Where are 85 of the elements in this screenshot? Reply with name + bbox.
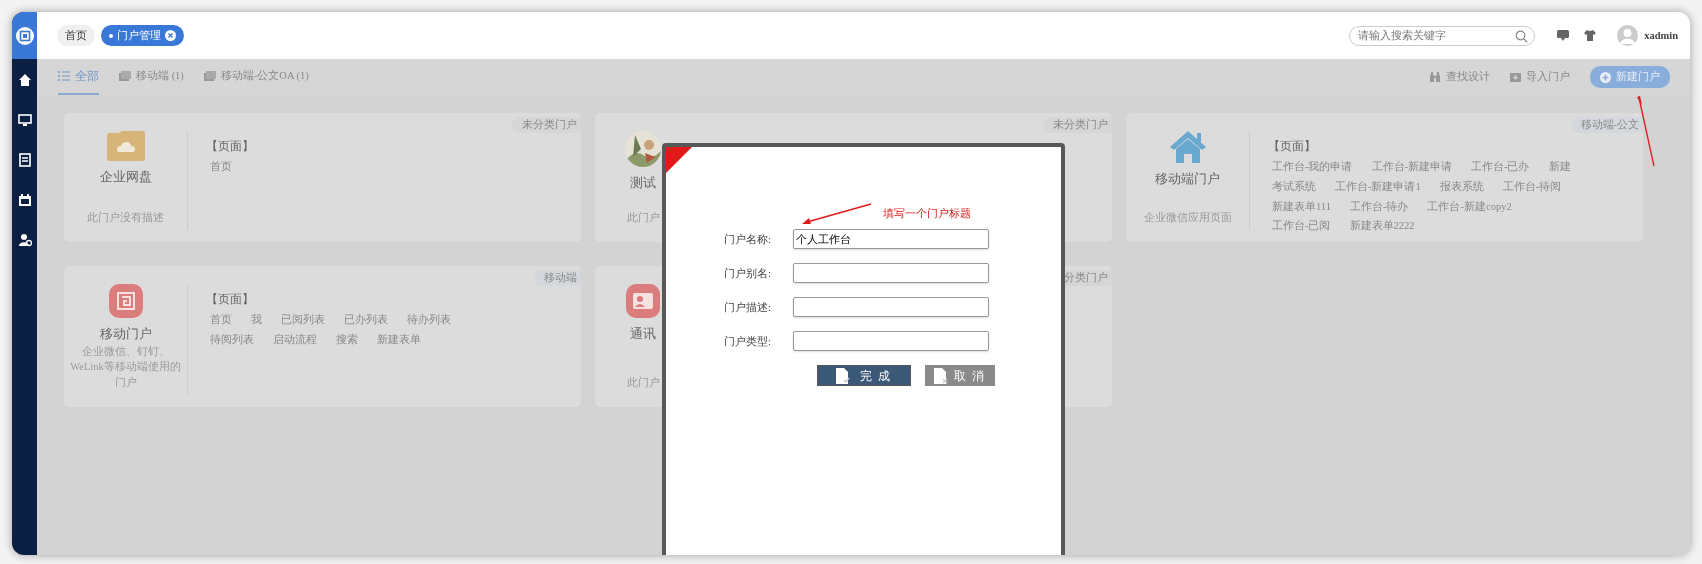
monitor-icon[interactable] bbox=[17, 113, 32, 127]
input-field[interactable]: 个人工作台 bbox=[793, 229, 989, 249]
portal-description: 此门户 bbox=[626, 376, 660, 390]
dot-icon bbox=[109, 33, 113, 38]
tag-tab[interactable]: 首页 bbox=[57, 24, 95, 47]
page-link[interactable]: 报表系统 bbox=[1439, 178, 1484, 195]
page-link[interactable]: 首页 bbox=[210, 312, 232, 328]
portal-name: 移动端门户 bbox=[1155, 170, 1220, 188]
page-link[interactable]: 工作台-新建copy2 bbox=[1427, 198, 1512, 215]
calendar-icon[interactable] bbox=[17, 193, 32, 207]
page-link[interactable]: 已阅列表 bbox=[281, 312, 325, 328]
contact-card-icon bbox=[626, 284, 660, 318]
page-link[interactable]: 已办列表 bbox=[344, 312, 388, 328]
input-field[interactable] bbox=[793, 297, 989, 317]
portal-name: 移动门户 bbox=[99, 325, 152, 343]
category-tag: 未分类门户 bbox=[1043, 117, 1112, 133]
page-link[interactable]: 新建表单2222 bbox=[1349, 218, 1415, 234]
folder-icon bbox=[106, 131, 145, 161]
page-link[interactable]: 新建表单111 bbox=[1272, 198, 1331, 215]
new-portal-button[interactable]: 新建门户 bbox=[1590, 66, 1670, 88]
portal-name: 测试 bbox=[630, 174, 656, 192]
filter-tab[interactable]: 移动端 (1) bbox=[119, 59, 184, 95]
search-field[interactable]: 请输入搜索关键字 bbox=[1349, 25, 1536, 46]
filter-tab[interactable]: 移动端-公文OA (1) bbox=[203, 59, 309, 95]
folder-icon bbox=[203, 71, 216, 81]
shirt-icon[interactable] bbox=[1584, 30, 1597, 41]
category-tag: 移动端 bbox=[534, 270, 581, 286]
page-link[interactable]: 工作台-新建申请1 bbox=[1335, 178, 1421, 195]
page-link[interactable]: 搜索 bbox=[336, 331, 358, 348]
import-icon bbox=[1510, 71, 1521, 83]
list-icon bbox=[58, 71, 70, 81]
page-link[interactable]: 新建 bbox=[1548, 159, 1571, 175]
page-link[interactable]: 待办列表 bbox=[407, 312, 451, 328]
page-link[interactable]: 我 bbox=[251, 312, 262, 328]
document-check-icon bbox=[836, 367, 850, 384]
field-label: 门户名称: bbox=[723, 231, 773, 247]
page-link[interactable]: 工作台-我的申请 bbox=[1272, 159, 1353, 175]
logo-icon bbox=[108, 284, 143, 318]
category-tag: 未分类门户 bbox=[512, 117, 581, 133]
page-link[interactable]: 工作台-待阅 bbox=[1502, 178, 1562, 195]
page-link[interactable]: 工作台-待办 bbox=[1350, 198, 1409, 215]
section-title: 【页面】 bbox=[206, 291, 255, 308]
page-link[interactable]: 待阅列表 bbox=[210, 331, 254, 348]
binoculars-icon bbox=[1430, 71, 1441, 83]
page-link[interactable]: 新建表单 bbox=[377, 331, 421, 348]
portal-name: 企业网盘 bbox=[99, 168, 152, 186]
message-icon[interactable] bbox=[1557, 30, 1570, 41]
home-icon[interactable] bbox=[17, 73, 32, 87]
input-field[interactable] bbox=[793, 331, 989, 351]
toolbar-link[interactable]: 查找设计 bbox=[1430, 69, 1490, 85]
toolbar-link[interactable]: 导入门户 bbox=[1510, 69, 1570, 85]
tag-tab[interactable]: 门户管理 bbox=[101, 24, 184, 47]
document-icon[interactable] bbox=[17, 153, 32, 167]
document-cross-icon bbox=[934, 367, 948, 384]
page-link[interactable]: 首页 bbox=[210, 159, 232, 175]
section-title: 【页面】 bbox=[206, 138, 255, 155]
category-tag: 移动端-公文 bbox=[1570, 117, 1643, 133]
house-icon bbox=[1169, 131, 1206, 163]
filter-tab[interactable]: 全部 bbox=[58, 59, 99, 95]
portal-description: 此门户 bbox=[626, 211, 660, 226]
portal-description: 此门户没有描述 bbox=[87, 211, 164, 226]
corner-ribbon bbox=[666, 147, 692, 173]
page-link[interactable]: 工作台-新建申请 bbox=[1371, 159, 1452, 175]
portal-name: 通讯 bbox=[630, 325, 656, 343]
page-link[interactable]: 工作台-已阅 bbox=[1272, 218, 1331, 234]
annotation-text: 填写一个门户标题 bbox=[883, 207, 971, 222]
user-settings-icon[interactable] bbox=[17, 233, 32, 247]
input-field[interactable] bbox=[793, 263, 989, 283]
confirm-button[interactable]: 完成 bbox=[817, 365, 911, 386]
search-icon[interactable] bbox=[1515, 29, 1529, 43]
annotation-arrow bbox=[801, 203, 873, 225]
cancel-button[interactable]: 取消 bbox=[925, 365, 995, 386]
page-link[interactable]: 工作台-已办 bbox=[1471, 159, 1530, 175]
close-icon[interactable] bbox=[165, 30, 176, 41]
field-label: 门户类型: bbox=[723, 333, 773, 349]
logo-icon[interactable] bbox=[15, 26, 34, 45]
field-label: 门户别名: bbox=[723, 265, 773, 281]
folder-icon bbox=[119, 71, 131, 81]
plus-icon bbox=[1600, 71, 1611, 83]
page-link[interactable]: 考试系统 bbox=[1272, 178, 1316, 195]
page-link[interactable]: 启动流程 bbox=[273, 331, 317, 348]
field-label: 门户描述: bbox=[723, 299, 773, 315]
annotation-arrow bbox=[1637, 96, 1657, 168]
user-name[interactable]: xadmin bbox=[1644, 27, 1678, 44]
section-title: 【页面】 bbox=[1268, 138, 1317, 155]
